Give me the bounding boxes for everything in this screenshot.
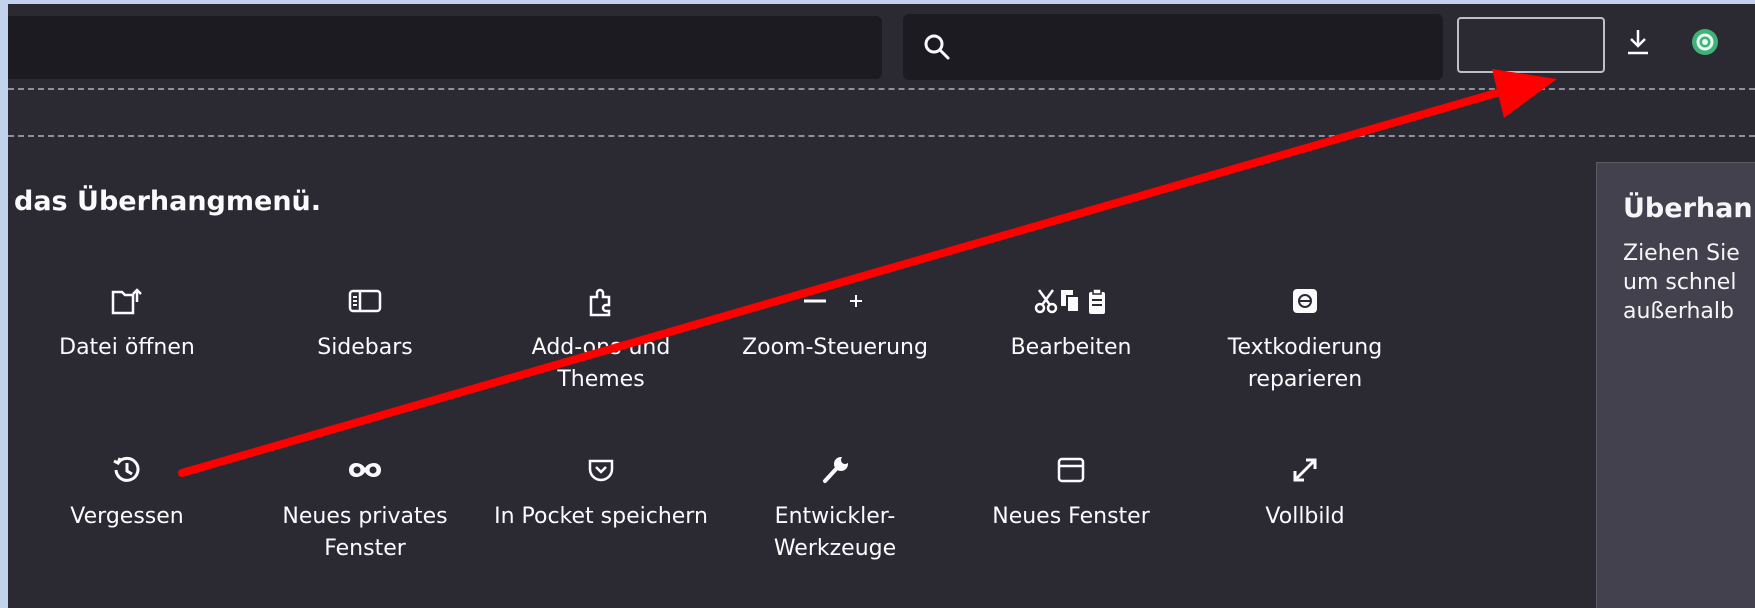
annotation-arrow [178,69,1557,477]
